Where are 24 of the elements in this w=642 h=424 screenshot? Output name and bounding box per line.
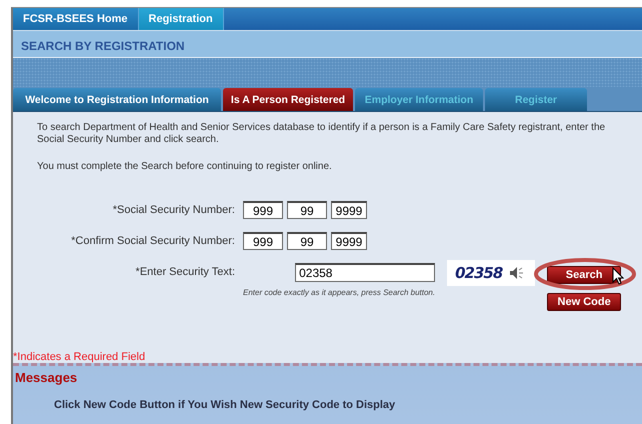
tab[interactable]: Welcome to Registration Information (13, 88, 221, 111)
input-field[interactable]: 999 (243, 201, 283, 219)
nav-link[interactable]: FCSR-BSEES Home (13, 8, 139, 30)
action-button[interactable]: New Code (547, 293, 622, 311)
input-field[interactable]: 99 (287, 201, 327, 219)
required-note: *Indicates a Required Field (13, 351, 146, 363)
messages-title: Messages (14, 369, 78, 385)
speaker-icon[interactable] (508, 265, 524, 281)
input-field[interactable]: 999 (243, 232, 283, 250)
field-label: *Enter Security Text: (134, 266, 235, 278)
instruction-text: You must complete the Search before continuing to register online. (37, 161, 333, 173)
instruction-text: To search Department of Health and Senior Services database to identify if a person is a Family Care Safety registrant, enter the Social Security Number and click search. (37, 122, 606, 146)
page-title: SEARCH BY REGISTRATION (13, 31, 642, 58)
input-field[interactable]: 02358 (295, 263, 436, 282)
field-label: *Social Security Number: (112, 204, 235, 216)
cursor-icon (612, 267, 624, 285)
field-label: *Confirm Social Security Number: (70, 235, 235, 247)
input-field[interactable]: 9999 (331, 201, 367, 219)
hint-text: Enter code exactly as it appears, press Search button. (243, 288, 436, 297)
input-field[interactable]: 99 (287, 232, 327, 250)
message-text: Click New Code Button if You Wish New Security Code to Display (54, 399, 396, 411)
captcha-text: 02358 (455, 264, 502, 282)
input-field[interactable]: 9999 (331, 232, 367, 250)
tab[interactable]: Is A Person Registered (223, 88, 353, 111)
